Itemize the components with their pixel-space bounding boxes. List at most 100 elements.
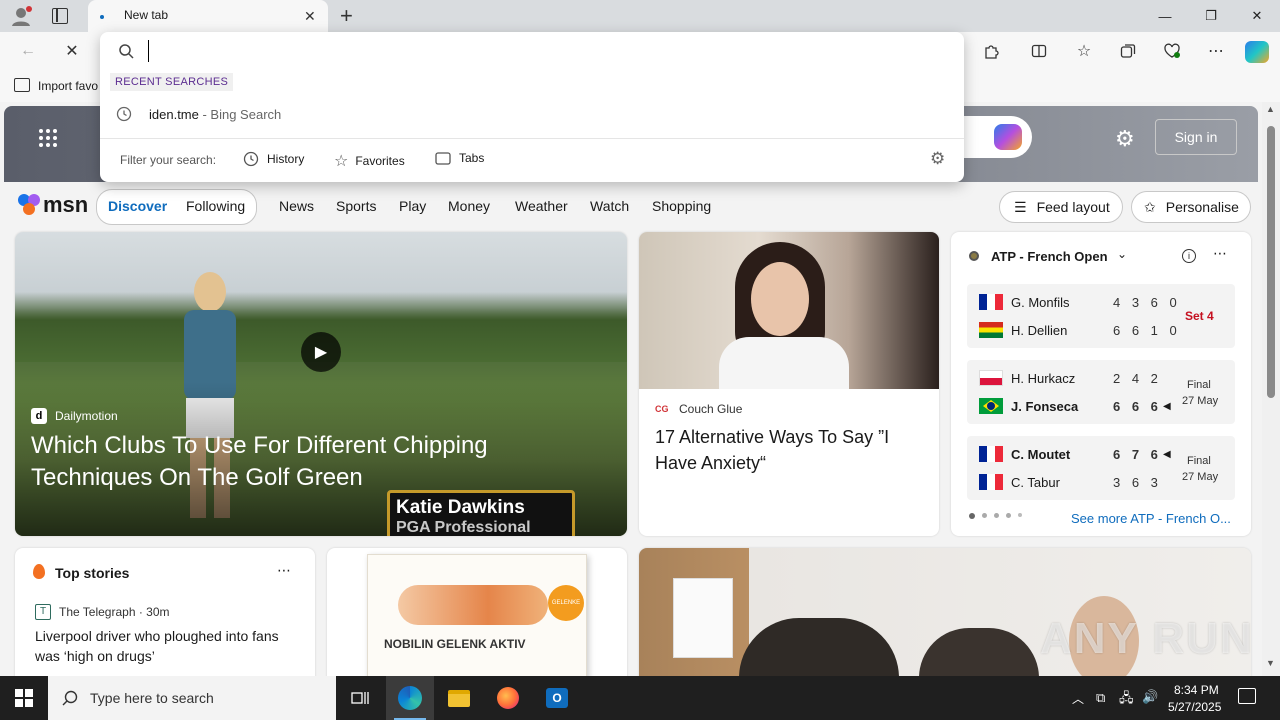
match-row[interactable]: G. Monfils 4 3 6 0 H. Dellien 6 6 1 0 Se… bbox=[967, 284, 1235, 348]
show-hidden-icons[interactable]: ︿ bbox=[1072, 690, 1084, 707]
story-headline[interactable]: Liverpool driver who ploughed into fans … bbox=[35, 626, 305, 666]
hero-card[interactable]: ▶ d Dailymotion Which Clubs To Use For D… bbox=[15, 232, 627, 536]
favorites-icon[interactable]: ☆ bbox=[1068, 35, 1100, 67]
tab-following[interactable]: Following bbox=[186, 198, 245, 214]
nav-play[interactable]: Play bbox=[399, 198, 426, 214]
nav-shopping[interactable]: Shopping bbox=[652, 198, 711, 214]
browser-essentials-icon[interactable] bbox=[1156, 35, 1188, 67]
address-input[interactable] bbox=[148, 40, 938, 62]
recent-search-item[interactable]: iden.tme - Bing Search bbox=[149, 107, 281, 122]
scroll-thumb[interactable] bbox=[1267, 126, 1275, 398]
info-icon[interactable]: i bbox=[1182, 249, 1196, 263]
extensions-icon[interactable] bbox=[975, 35, 1007, 67]
clock-time[interactable]: 8:34 PM bbox=[1174, 683, 1219, 697]
notifications-icon[interactable] bbox=[1238, 688, 1256, 704]
top-stories-card: Top stories ⋯ T The Telegraph · 30m Live… bbox=[15, 548, 315, 676]
nav-news[interactable]: News bbox=[279, 198, 314, 214]
tabs-icon bbox=[435, 152, 451, 165]
start-button[interactable] bbox=[0, 676, 48, 720]
new-tab-button[interactable]: + bbox=[340, 3, 353, 29]
sports-card: ATP - French Open ⌄ i ⋯ G. Monfils 4 3 6… bbox=[951, 232, 1251, 536]
player-name: C. Moutet bbox=[1011, 447, 1071, 462]
nav-watch[interactable]: Watch bbox=[590, 198, 629, 214]
import-favorites-link[interactable]: Import favo bbox=[38, 79, 98, 93]
close-window-button[interactable]: ✕ bbox=[1234, 0, 1280, 32]
collections-icon[interactable] bbox=[1112, 35, 1144, 67]
filter-favorites-label: Favorites bbox=[355, 154, 405, 168]
feed-layout-button[interactable]: ☰ Feed layout bbox=[999, 191, 1123, 223]
scroll-down-icon[interactable]: ▼ bbox=[1266, 658, 1275, 668]
tab-actions-icon[interactable] bbox=[52, 8, 68, 24]
profile-icon[interactable] bbox=[10, 5, 32, 27]
nav-money[interactable]: Money bbox=[448, 198, 490, 214]
see-more-link[interactable]: See more ATP - French O... bbox=[1071, 511, 1231, 526]
network-icon[interactable]: 🖧 bbox=[1119, 689, 1134, 711]
close-tab-icon[interactable]: ✕ bbox=[304, 8, 316, 25]
filter-tabs-button[interactable]: Tabs bbox=[435, 151, 484, 165]
scroll-up-icon[interactable]: ▲ bbox=[1266, 104, 1275, 114]
dropdown-settings-icon[interactable]: ⚙ bbox=[930, 149, 945, 169]
volume-icon[interactable]: 🔊 bbox=[1142, 689, 1158, 705]
sign-in-button[interactable]: Sign in bbox=[1155, 119, 1237, 155]
firefox-icon[interactable] bbox=[484, 676, 532, 720]
chevron-down-icon[interactable]: ⌄ bbox=[1117, 247, 1127, 261]
settings-gear-icon[interactable]: ⚙ bbox=[1115, 126, 1135, 152]
nav-sports[interactable]: Sports bbox=[336, 198, 376, 214]
couch-glue-icon: CG bbox=[655, 404, 669, 414]
player-score: 6 6 6 bbox=[1113, 399, 1162, 414]
personalise-button[interactable]: ✩ Personalise bbox=[1131, 191, 1251, 223]
telegraph-icon: T bbox=[35, 604, 51, 620]
minimize-button[interactable]: — bbox=[1142, 0, 1188, 32]
page-scrollbar[interactable]: ▲ ▼ bbox=[1262, 102, 1280, 676]
file-explorer-icon[interactable] bbox=[435, 676, 483, 720]
ad-card[interactable]: GELENKE NOBILIN GELENK AKTIV bbox=[327, 548, 627, 676]
carousel-dots[interactable] bbox=[969, 513, 1022, 519]
windows-taskbar: Type here to search O ︿ ⧉ 🖧 🔊 8:34 PM 5/… bbox=[0, 676, 1280, 720]
more-icon[interactable]: ⋯ bbox=[277, 562, 291, 579]
tab-discover[interactable]: Discover bbox=[108, 198, 167, 214]
apps-grid-icon[interactable] bbox=[38, 128, 58, 148]
tab-title: New tab bbox=[124, 8, 169, 22]
article-title[interactable]: 17 Alternative Ways To Say ”I Have Anxie… bbox=[655, 424, 925, 476]
star-icon: ☆ bbox=[334, 153, 349, 170]
sports-title[interactable]: ATP - French Open bbox=[991, 249, 1108, 264]
hero-title[interactable]: Which Clubs To Use For Different Chippin… bbox=[31, 430, 531, 494]
match-status: Set 4 bbox=[1185, 309, 1214, 323]
loading-dot-icon bbox=[100, 15, 104, 19]
tennis-ball-icon bbox=[969, 251, 979, 261]
msn-logo-text[interactable]: msn bbox=[43, 192, 88, 218]
feed-layout-label: Feed layout bbox=[1036, 199, 1110, 215]
back-icon[interactable]: ← bbox=[12, 35, 44, 67]
more-icon[interactable]: ⋯ bbox=[1213, 245, 1227, 262]
anyrun-watermark: ANY RUN bbox=[1040, 614, 1254, 663]
france-flag-icon bbox=[979, 474, 1003, 490]
history-icon bbox=[243, 151, 259, 167]
tray-app-icon[interactable]: ⧉ bbox=[1096, 690, 1105, 706]
match-row[interactable]: C. Moutet 6 7 6 ◀ C. Tabur 3 6 3 Final 2… bbox=[967, 436, 1235, 500]
recent-query: iden.tme bbox=[149, 107, 199, 122]
edge-taskbar-icon[interactable] bbox=[386, 676, 434, 720]
filter-history-button[interactable]: History bbox=[243, 151, 304, 167]
nav-weather[interactable]: Weather bbox=[515, 198, 568, 214]
outlook-icon[interactable]: O bbox=[533, 676, 581, 720]
more-options-icon[interactable]: ⋯ bbox=[1200, 35, 1232, 67]
split-screen-icon[interactable] bbox=[1023, 35, 1055, 67]
maximize-button[interactable]: ❐ bbox=[1188, 0, 1234, 32]
recent-searches-header: RECENT SEARCHES bbox=[110, 73, 234, 91]
filter-favorites-button[interactable]: ☆ Favorites bbox=[334, 151, 405, 171]
recent-suffix: - Bing Search bbox=[198, 107, 282, 122]
stop-loading-icon[interactable]: ✕ bbox=[56, 35, 88, 67]
bolivia-flag-icon bbox=[979, 322, 1003, 338]
clock-date[interactable]: 5/27/2025 bbox=[1168, 700, 1221, 714]
play-button-icon[interactable]: ▶ bbox=[301, 332, 341, 372]
copilot-search-icon[interactable] bbox=[994, 124, 1022, 150]
task-view-icon[interactable] bbox=[336, 676, 384, 720]
article-card[interactable]: CG Couch Glue 17 Alternative Ways To Say… bbox=[639, 232, 939, 536]
msn-logo-icon[interactable] bbox=[16, 191, 42, 217]
match-row[interactable]: H. Hurkacz 2 4 2 J. Fonseca 6 6 6 ◀ Fina… bbox=[967, 360, 1235, 424]
address-bar-dropdown: RECENT SEARCHES iden.tme - Bing Search F… bbox=[100, 32, 964, 182]
copilot-icon[interactable] bbox=[1245, 41, 1269, 63]
taskbar-search-box[interactable]: Type here to search bbox=[48, 676, 336, 720]
hero-source: Dailymotion bbox=[55, 409, 118, 423]
story-source: The Telegraph · 30m bbox=[59, 605, 170, 619]
